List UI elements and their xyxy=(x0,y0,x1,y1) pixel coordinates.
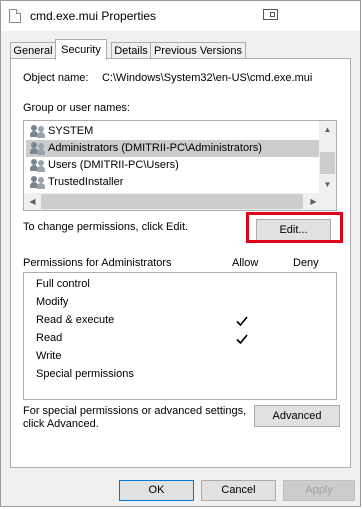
security-panel: Object name: C:\Windows\System32\en-US\c… xyxy=(10,58,351,468)
horizontal-scroll-thumb[interactable] xyxy=(41,194,303,209)
scroll-right-icon[interactable]: ▶ xyxy=(305,193,322,210)
ok-button[interactable]: OK xyxy=(119,480,194,501)
checkmark-icon xyxy=(236,333,248,345)
advanced-button[interactable]: Advanced xyxy=(254,405,340,427)
list-item-label: SYSTEM xyxy=(48,125,94,137)
list-item-trustedinstaller[interactable]: TrustedInstaller xyxy=(26,174,322,191)
permission-row-special: Special permissions xyxy=(36,368,134,380)
user-listbox[interactable]: SYSTEM Administrators (DMITRII-PC\Admini… xyxy=(23,120,337,211)
list-item-label: Administrators (DMITRII-PC\Administrator… xyxy=(48,142,262,154)
window-control-icon[interactable] xyxy=(263,9,278,20)
scroll-left-icon[interactable]: ◀ xyxy=(24,193,41,210)
advanced-text-line1: For special permissions or advanced sett… xyxy=(23,405,247,417)
tab-general[interactable]: General xyxy=(10,42,56,59)
deny-header: Deny xyxy=(293,257,319,269)
permission-row-full-control: Full control xyxy=(36,278,90,290)
properties-dialog: cmd.exe.mui Properties General Security … xyxy=(0,0,361,507)
permission-row-write: Write xyxy=(36,350,62,362)
permission-row-modify: Modify xyxy=(36,296,69,308)
advanced-text-line2: click Advanced. xyxy=(23,418,99,430)
window-title: cmd.exe.mui Properties xyxy=(30,9,157,23)
vertical-scroll-thumb[interactable] xyxy=(320,152,335,174)
user-group-icon xyxy=(30,142,46,155)
tab-details[interactable]: Details xyxy=(111,42,151,59)
list-item-label: TrustedInstaller xyxy=(48,176,124,188)
cancel-button[interactable]: Cancel xyxy=(201,480,276,501)
scroll-down-icon[interactable]: ▼ xyxy=(319,176,336,193)
file-icon xyxy=(9,9,21,23)
list-item-administrators[interactable]: Administrators (DMITRII-PC\Administrator… xyxy=(26,140,322,157)
scroll-up-icon[interactable]: ▲ xyxy=(319,121,336,138)
tab-previous-versions[interactable]: Previous Versions xyxy=(150,42,246,59)
change-permissions-text: To change permissions, click Edit. xyxy=(23,221,189,233)
user-group-icon xyxy=(30,176,46,189)
list-item-system[interactable]: SYSTEM xyxy=(26,123,322,140)
tab-security[interactable]: Security xyxy=(55,39,107,60)
apply-button[interactable]: Apply xyxy=(283,480,355,501)
permissions-for-label: Permissions for Administrators xyxy=(23,257,172,269)
edit-highlight-box xyxy=(246,212,343,243)
title-bar: cmd.exe.mui Properties xyxy=(1,1,360,31)
object-name-value: C:\Windows\System32\en-US\cmd.exe.mui xyxy=(102,72,313,84)
checkmark-icon xyxy=(236,315,248,327)
list-item-users[interactable]: Users (DMITRII-PC\Users) xyxy=(26,157,322,174)
permission-row-read: Read xyxy=(36,332,63,344)
allow-header: Allow xyxy=(232,257,259,269)
horizontal-scrollbar[interactable]: ◀ ▶ xyxy=(24,193,336,210)
vertical-scrollbar[interactable]: ▲ ▼ xyxy=(319,121,336,193)
user-group-icon xyxy=(30,159,46,172)
list-item-label: Users (DMITRII-PC\Users) xyxy=(48,159,179,171)
permission-row-read-execute: Read & execute xyxy=(36,314,115,326)
object-name-label: Object name: xyxy=(23,72,89,84)
group-or-user-names-label: Group or user names: xyxy=(23,102,130,114)
user-group-icon xyxy=(30,125,46,138)
permissions-list: Full control Modify Read & execute Read … xyxy=(23,272,337,400)
